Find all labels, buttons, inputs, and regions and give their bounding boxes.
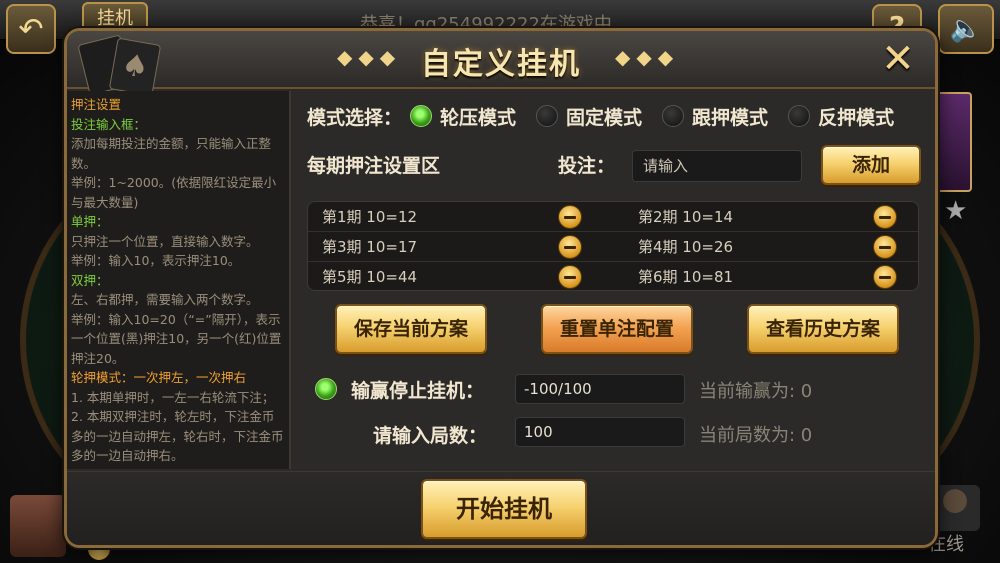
bet-list-row: 第1期 10=12 第2期 10=14 bbox=[308, 202, 918, 232]
remove-entry-icon[interactable] bbox=[873, 205, 897, 229]
mode-radio-rotate[interactable]: 轮压模式 bbox=[410, 103, 516, 130]
title-deco-right: ◆◆◆ bbox=[615, 45, 680, 69]
remove-entry-icon[interactable] bbox=[873, 235, 897, 259]
mode-option-label: 反押模式 bbox=[818, 106, 895, 129]
stop-label: 输赢停止挂机： bbox=[351, 380, 485, 402]
remove-entry-icon[interactable] bbox=[873, 265, 897, 289]
help-line: 1. 本期单押时，一左一右轮流下注； bbox=[71, 389, 275, 405]
help-line: 举例：1~2000。(依据限红设定最小与最大数量) bbox=[71, 175, 277, 210]
back-button[interactable]: ↶ bbox=[6, 4, 56, 54]
bet-list-row: 第3期 10=17 第4期 10=26 bbox=[308, 232, 918, 262]
bet-entry-label: 第3期 10=17 bbox=[322, 238, 418, 256]
help-panel: 押注设置投注输入框： 添加每期投注的金额，只能输入正整数。 举例：1~2000。(依… bbox=[67, 91, 291, 469]
bet-label: 投注： bbox=[558, 155, 616, 177]
remove-entry-icon[interactable] bbox=[558, 205, 582, 229]
bet-section-title: 每期押注设置区 bbox=[307, 155, 441, 177]
radio-icon bbox=[410, 105, 433, 127]
sound-button[interactable]: 🔈 bbox=[938, 4, 994, 54]
remove-entry-icon[interactable] bbox=[558, 265, 582, 289]
mode-selection: 模式选择： 轮压模式 固定模式 跟押模式 反押模式 bbox=[307, 99, 894, 133]
mode-radio-fixed[interactable]: 固定模式 bbox=[536, 103, 642, 130]
help-line: 举例：输入10=20（“=”隔开），表示一个位置(黑)押注10，另一个(红)位置… bbox=[71, 311, 282, 366]
view-history-button[interactable]: 查看历史方案 bbox=[747, 304, 899, 354]
bet-list-row: 第5期 10=44 第6期 10=81 bbox=[308, 262, 918, 290]
custom-auto-play-dialog: ♠ ◆◆◆ 自定义挂机 ◆◆◆ ✕ 押注设置投注输入框： 添加每期投注的金额，只能… bbox=[64, 28, 938, 548]
bet-entry-label: 第1期 10=12 bbox=[322, 208, 418, 226]
bet-entry-label: 第5期 10=44 bbox=[322, 268, 418, 286]
rounds-input[interactable] bbox=[515, 417, 685, 447]
radio-icon bbox=[788, 105, 811, 127]
dialog-title: 自定义挂机 bbox=[421, 47, 581, 82]
reset-config-button[interactable]: 重置单注配置 bbox=[541, 304, 693, 354]
save-plan-button[interactable]: 保存当前方案 bbox=[335, 304, 487, 354]
rounds-label: 请输入局数： bbox=[373, 425, 488, 447]
mode-option-label: 固定模式 bbox=[566, 106, 643, 129]
bet-entry-label: 第2期 10=14 bbox=[638, 208, 734, 226]
stop-threshold-input[interactable] bbox=[515, 374, 685, 404]
help-line: 轮押模式：一次押左，一次押右 bbox=[71, 370, 247, 385]
radio-icon bbox=[536, 105, 559, 127]
speaker-icon: 🔈 bbox=[949, 14, 983, 44]
help-line: 投注输入框： bbox=[71, 116, 147, 132]
mode-radio-reverse[interactable]: 反押模式 bbox=[788, 103, 894, 130]
mode-radio-follow[interactable]: 跟押模式 bbox=[662, 103, 768, 130]
help-line: 添加每期投注的金额，只能输入正整数。 bbox=[71, 136, 272, 171]
help-line: 单押： bbox=[71, 214, 109, 229]
mode-option-label: 跟押模式 bbox=[692, 106, 769, 129]
dialog-header: ♠ ◆◆◆ 自定义挂机 ◆◆◆ ✕ bbox=[67, 31, 935, 97]
bet-entry-label: 第4期 10=26 bbox=[638, 238, 734, 256]
help-line: 押注设置 bbox=[71, 97, 122, 112]
player-avatar bbox=[10, 495, 66, 557]
help-line: 2. 本期双押注时，轮左时，下注金币多的一边自动押左，轮右时，下注金币多的一边自… bbox=[71, 409, 284, 463]
mode-option-label: 轮压模式 bbox=[440, 106, 517, 129]
help-line: 左、右都押，需要输入两个数字。 bbox=[71, 292, 259, 307]
stop-toggle-radio[interactable] bbox=[315, 378, 337, 400]
back-arrow-icon: ↶ bbox=[18, 11, 44, 47]
current-rounds: 当前局数为: 0 bbox=[699, 425, 813, 446]
bet-input[interactable] bbox=[632, 150, 802, 182]
bet-list[interactable]: 第1期 10=12 第2期 10=14 第3期 10=17 第4期 10=26 第5期 … bbox=[307, 201, 919, 291]
remove-entry-icon[interactable] bbox=[558, 235, 582, 259]
close-icon[interactable]: ✕ bbox=[877, 39, 919, 81]
radio-icon bbox=[662, 105, 685, 127]
help-line: 双押： bbox=[71, 272, 109, 288]
bet-entry-label: 第6期 10=81 bbox=[638, 268, 734, 286]
star-icon: ★ bbox=[944, 196, 968, 226]
start-auto-play-button[interactable]: 开始挂机 bbox=[421, 479, 587, 539]
help-line: 举例：输入10，表示押注10。 bbox=[71, 253, 241, 268]
current-win-loss: 当前输赢为: 0 bbox=[699, 381, 813, 402]
side-card bbox=[932, 92, 972, 192]
help-line: 只押注一个位置，直接输入数字。 bbox=[71, 233, 259, 249]
mode-label: 模式选择： bbox=[307, 106, 403, 129]
add-button[interactable]: 添加 bbox=[821, 145, 921, 185]
